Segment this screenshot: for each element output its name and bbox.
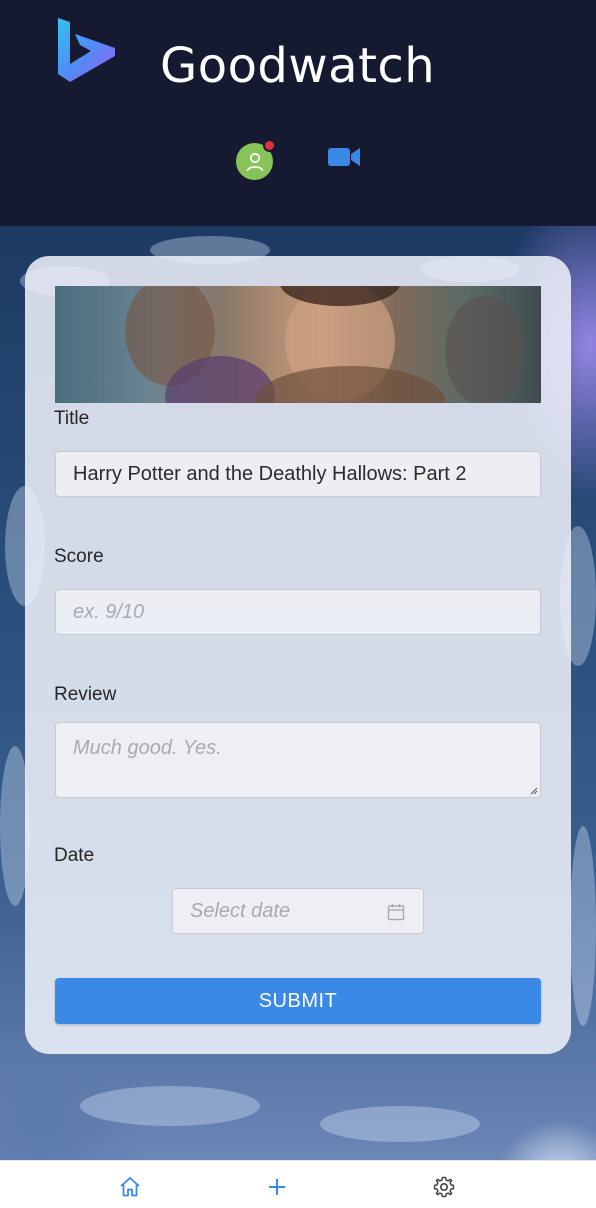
user-icon: [246, 152, 263, 171]
profile-button[interactable]: [236, 139, 276, 180]
title-input[interactable]: Harry Potter and the Deathly Hallows: Pa…: [55, 451, 541, 497]
title-input-value: Harry Potter and the Deathly Hallows: Pa…: [73, 462, 467, 485]
title-label: Title: [54, 408, 90, 429]
notification-badge: [263, 139, 276, 152]
date-picker[interactable]: Select date: [172, 888, 424, 934]
app-header: Goodwatch: [0, 0, 596, 226]
submit-button[interactable]: SUBMIT: [55, 978, 541, 1024]
gear-icon[interactable]: [432, 1175, 456, 1199]
bottom-tab-bar: [0, 1160, 596, 1208]
resize-handle-icon[interactable]: [530, 787, 538, 795]
review-placeholder: Much good. Yes.: [73, 737, 222, 759]
review-label: Review: [54, 684, 117, 705]
home-icon[interactable]: [118, 1175, 142, 1199]
review-textarea[interactable]: Much good. Yes.: [55, 722, 541, 798]
video-camera-icon[interactable]: [326, 143, 362, 171]
plus-icon[interactable]: [265, 1175, 289, 1199]
score-placeholder: ex. 9/10: [73, 600, 145, 623]
score-label: Score: [54, 546, 104, 567]
app-title: Goodwatch: [160, 38, 436, 94]
score-input[interactable]: ex. 9/10: [55, 589, 541, 635]
date-placeholder: Select date: [190, 899, 291, 922]
bing-logo-icon: [58, 18, 115, 82]
movie-poster: [55, 286, 541, 403]
calendar-icon: [387, 904, 405, 921]
date-label: Date: [54, 845, 95, 866]
